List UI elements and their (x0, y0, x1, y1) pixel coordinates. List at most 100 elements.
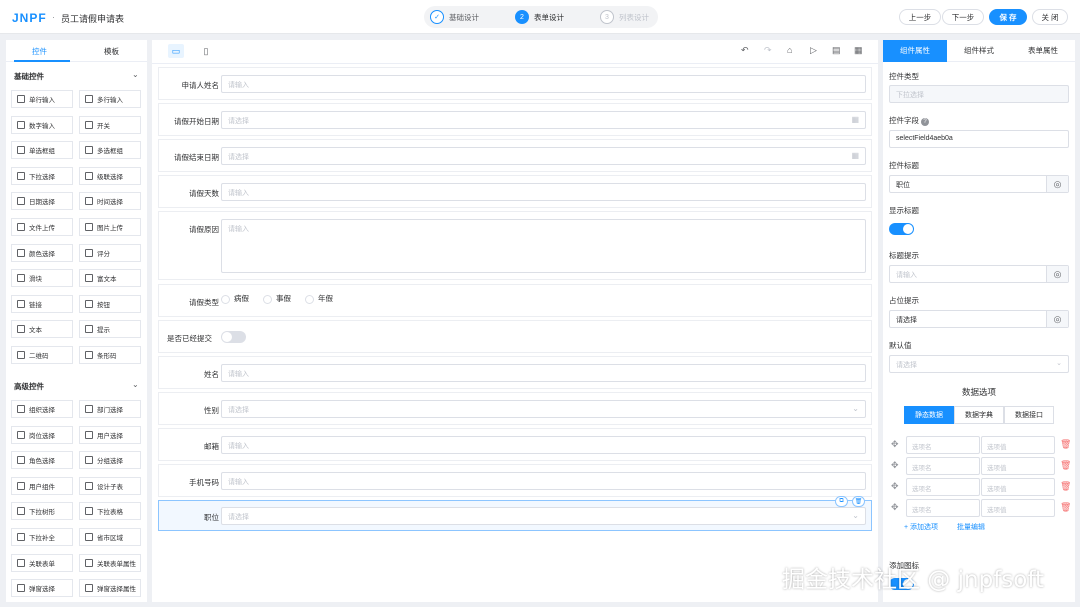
component-item[interactable]: 岗位选择 (11, 425, 73, 444)
form-item-leave-days[interactable]: 请假天数 请输入 (158, 175, 872, 208)
clear-icon[interactable]: ⌂ (787, 45, 792, 55)
component-item[interactable]: 组织选择 (11, 400, 73, 418)
help-icon[interactable]: ? (921, 118, 929, 126)
component-item[interactable]: 级联选择 (79, 166, 141, 185)
form-item-leave-reason[interactable]: 请假原因 请输入 (158, 211, 872, 280)
component-item[interactable]: 用户选择 (79, 425, 141, 444)
leave-reason-textarea[interactable]: 请输入 (221, 219, 866, 273)
control-field-input[interactable]: selectField4aeb0a (889, 130, 1069, 148)
form-item-start-date[interactable]: 请假开始日期 请选择 ▦ (158, 103, 872, 136)
delete-icon[interactable]: 🗑 (1060, 502, 1071, 513)
component-item[interactable]: 角色选择 (11, 451, 73, 470)
component-item[interactable]: 评分 (79, 243, 141, 262)
component-item[interactable]: 部门选择 (79, 400, 141, 418)
form-item-leave-type[interactable]: 请假类型 病假 事假 年假 (158, 284, 872, 317)
component-item[interactable]: 时间选择 (79, 192, 141, 211)
component-item[interactable]: 用户组件 (11, 476, 73, 495)
component-item[interactable]: 按钮 (79, 294, 141, 313)
batch-edit-link[interactable]: 批量编辑 (957, 522, 985, 532)
leave-days-input[interactable]: 请输入 (221, 183, 866, 201)
component-item[interactable]: 单行输入 (11, 90, 73, 108)
delete-icon[interactable]: 🗑 (1060, 460, 1071, 471)
chevron-down-icon[interactable]: ⌄ (132, 70, 139, 79)
radio-annual[interactable]: 年假 (305, 293, 333, 304)
position-select[interactable]: 请选择 ⌄ (221, 507, 866, 525)
component-item[interactable]: 文本 (11, 320, 73, 339)
component-item[interactable]: 图片上传 (79, 218, 141, 236)
name-input[interactable]: 请输入 (221, 364, 866, 382)
tab-component-style[interactable]: 组件样式 (947, 40, 1011, 62)
globe-icon[interactable]: ◎ (1046, 176, 1068, 192)
form-item-end-date[interactable]: 请假结束日期 请选择 ▦ (158, 139, 872, 172)
option-value-input[interactable]: 选项值 (981, 457, 1055, 475)
placeholder-input[interactable]: 请选择 ◎ (889, 310, 1069, 328)
option-value-input[interactable]: 选项值 (981, 436, 1055, 454)
undo-icon[interactable]: ↶ (741, 45, 749, 56)
component-item[interactable]: 分组选择 (79, 451, 141, 470)
component-item[interactable]: 条形码 (79, 346, 141, 364)
component-item[interactable]: 数字输入 (11, 115, 73, 134)
component-item[interactable]: 富文本 (79, 269, 141, 288)
drag-handle-icon[interactable]: ✥ (891, 502, 899, 513)
phone-input[interactable]: 请输入 (221, 472, 866, 490)
end-date-picker[interactable]: 请选择 ▦ (221, 147, 866, 165)
component-item[interactable]: 二维码 (11, 346, 73, 364)
option-name-input[interactable]: 选项名 (906, 499, 980, 517)
option-name-input[interactable]: 选项名 (906, 436, 980, 454)
component-item[interactable]: 弹窗选择 (11, 579, 73, 598)
tab-form-props[interactable]: 表单属性 (1011, 40, 1075, 62)
copy-icon[interactable]: ⧉ (835, 496, 848, 507)
form-item-phone[interactable]: 手机号码 请输入 (158, 464, 872, 497)
component-item[interactable]: 关联表单 (11, 553, 73, 572)
component-item[interactable]: 滑块 (11, 269, 73, 288)
data-dictionary-button[interactable]: 数据字典 (954, 406, 1004, 424)
next-step-button[interactable]: 下一步 (942, 9, 984, 25)
control-title-input[interactable]: 职位 ◎ (889, 175, 1069, 193)
component-item[interactable]: 单选框组 (11, 141, 73, 160)
delete-icon[interactable]: 🗑 (1060, 439, 1071, 450)
step-basic-design[interactable]: ✓ 基础设计 (430, 9, 479, 25)
submitted-switch[interactable] (221, 331, 246, 343)
json-icon[interactable]: ▤ (832, 45, 841, 56)
component-item[interactable]: 下拉补全 (11, 528, 73, 546)
step-form-design[interactable]: 2 表单设计 (515, 9, 564, 25)
title-tip-input[interactable]: 请输入 ◎ (889, 265, 1069, 283)
drag-handle-icon[interactable]: ✥ (891, 439, 899, 450)
form-item-email[interactable]: 邮箱 请输入 (158, 428, 872, 461)
delete-icon[interactable]: 🗑 (852, 496, 865, 507)
component-item[interactable]: 下拉树形 (11, 502, 73, 521)
component-item[interactable]: 链接 (11, 294, 73, 313)
prev-step-button[interactable]: 上一步 (899, 9, 941, 25)
tab-components[interactable]: 控件 (32, 46, 47, 57)
form-item-submitted[interactable]: 是否已经提交 (158, 320, 872, 353)
component-item[interactable]: 开关 (79, 115, 141, 134)
email-input[interactable]: 请输入 (221, 436, 866, 454)
desktop-icon[interactable]: ▭ (168, 44, 184, 58)
component-item[interactable]: 关联表单属性 (79, 553, 141, 572)
show-title-switch[interactable] (889, 223, 914, 235)
static-data-button[interactable]: 静态数据 (904, 406, 954, 424)
delete-icon[interactable]: 🗑 (1060, 481, 1071, 492)
add-option-link[interactable]: + 添加选项 (904, 522, 938, 532)
applicant-name-input[interactable]: 请输入 (221, 75, 866, 93)
component-item[interactable]: 下拉选择 (11, 166, 73, 185)
option-name-input[interactable]: 选项名 (906, 478, 980, 496)
component-item[interactable]: 多选框组 (79, 141, 141, 160)
default-value-select[interactable]: 请选择 ⌄ (889, 355, 1069, 373)
radio-personal[interactable]: 事假 (263, 293, 291, 304)
option-value-input[interactable]: 选项值 (981, 499, 1055, 517)
option-value-input[interactable]: 选项值 (981, 478, 1055, 496)
preview-icon[interactable]: ▷ (810, 45, 817, 56)
component-item[interactable]: 提示 (79, 320, 141, 339)
chevron-down-icon[interactable]: ⌄ (132, 380, 139, 389)
component-item[interactable]: 日期选择 (11, 192, 73, 211)
component-item[interactable]: 省市区域 (79, 528, 141, 546)
drag-handle-icon[interactable]: ✥ (891, 481, 899, 492)
step-list-design[interactable]: 3 列表设计 (600, 9, 649, 25)
tab-templates[interactable]: 模板 (104, 46, 119, 57)
globe-icon[interactable]: ◎ (1046, 266, 1068, 282)
form-item-name[interactable]: 姓名 请输入 (158, 356, 872, 389)
save-button[interactable]: 保 存 (989, 9, 1027, 25)
data-api-button[interactable]: 数据接口 (1004, 406, 1054, 424)
mobile-icon[interactable]: ▯ (198, 44, 214, 58)
